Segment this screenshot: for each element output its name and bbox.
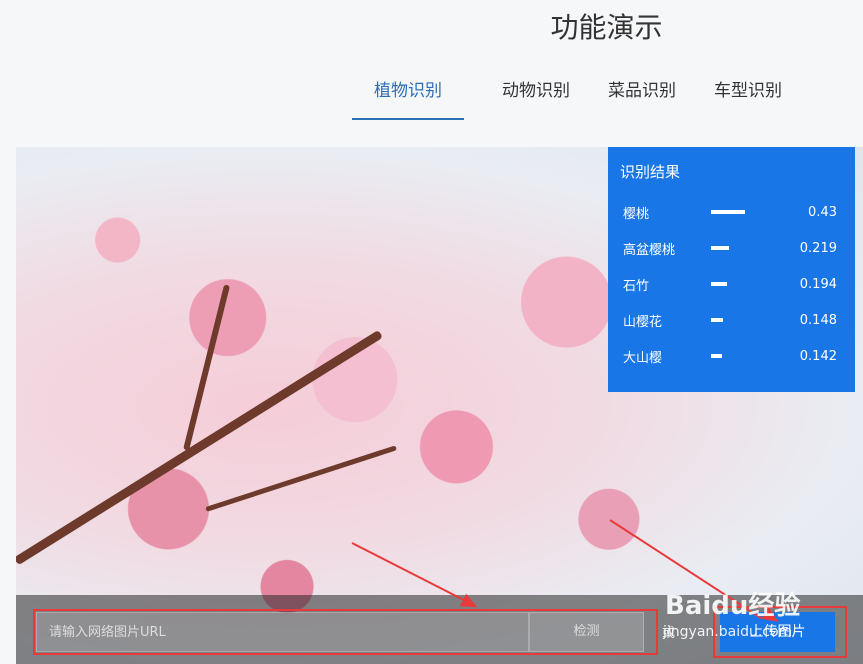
result-row: 樱桃 0.43: [620, 194, 843, 230]
tab-car[interactable]: 车型识别: [714, 70, 782, 118]
watermark-logo: Baidu经验: [665, 591, 801, 621]
result-score: 0.43: [808, 204, 837, 220]
result-panel: 识别结果 樱桃 0.43 高盆樱桃 0.219 石竹 0.194 山樱花 0.1…: [608, 147, 855, 392]
tab-plant[interactable]: 植物识别: [352, 70, 464, 120]
result-bar: [711, 318, 723, 322]
result-row: 山樱花 0.148: [620, 302, 843, 338]
branch: [16, 329, 384, 566]
result-bar: [711, 282, 727, 286]
tab-animal[interactable]: 动物识别: [502, 70, 570, 118]
tab-dish[interactable]: 菜品识别: [608, 70, 676, 118]
result-name: 石竹: [623, 278, 650, 294]
result-row: 石竹 0.194: [620, 266, 843, 302]
result-bar: [711, 354, 723, 358]
watermark-url: jingyan.baidu.com: [663, 624, 793, 640]
result-name: 大山樱: [623, 350, 663, 366]
result-row: 高盆樱桃 0.219: [620, 230, 843, 266]
result-bar: [711, 210, 746, 214]
result-title: 识别结果: [620, 163, 681, 181]
result-score: 0.142: [799, 348, 837, 364]
tab-bar: 植物识别 动物识别 菜品识别 车型识别: [352, 70, 820, 120]
result-row: 大山樱 0.142: [620, 338, 843, 374]
branch: [205, 445, 397, 512]
result-score: 0.219: [799, 240, 837, 256]
result-bar: [711, 246, 729, 250]
result-name: 高盆樱桃: [623, 242, 676, 258]
annotation-frame: [33, 609, 658, 655]
result-score: 0.194: [799, 276, 837, 292]
result-score: 0.148: [799, 312, 837, 328]
result-name: 山樱花: [623, 314, 663, 330]
page-title: 功能演示: [550, 11, 663, 44]
result-name: 樱桃: [623, 206, 650, 222]
